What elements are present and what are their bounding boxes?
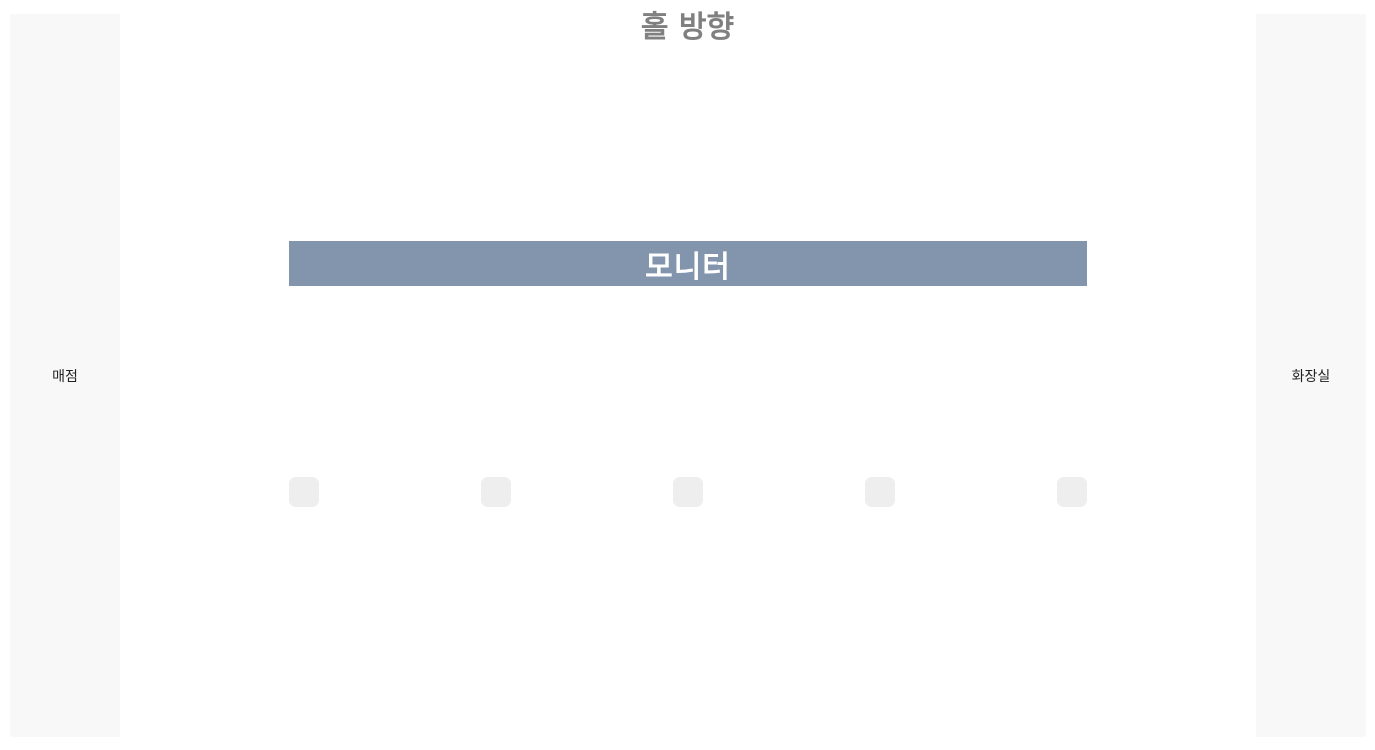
seat-layout-canvas: 매점 홀 방향 모니터 화장실 (0, 0, 1375, 750)
monitor-label: 모니터 (645, 249, 731, 285)
monitor-bar: 모니터 (289, 241, 1087, 286)
restroom-area: 화장실 (1256, 14, 1366, 737)
snack-bar-label: 매점 (52, 368, 78, 385)
restroom-label: 화장실 (1291, 368, 1331, 385)
seat-1[interactable] (289, 477, 319, 507)
seat-3[interactable] (673, 477, 703, 507)
snack-bar-area: 매점 (10, 14, 120, 737)
hall-direction-title: 홀 방향 (640, 10, 735, 45)
seat-2[interactable] (481, 477, 511, 507)
seat-4[interactable] (865, 477, 895, 507)
seat-5[interactable] (1057, 477, 1087, 507)
